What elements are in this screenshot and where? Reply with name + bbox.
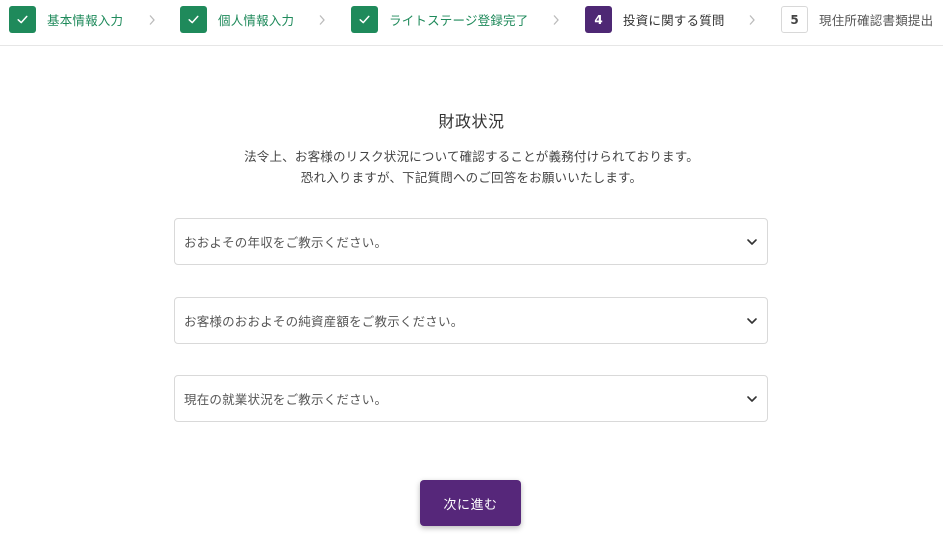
step-label: 個人情報入力 xyxy=(218,13,295,28)
select-placeholder: おおよその年収をご教示ください。 xyxy=(184,235,388,250)
chevron-right-icon xyxy=(745,13,759,27)
check-icon xyxy=(17,15,28,24)
annual-income-select[interactable]: おおよその年収をご教示ください。 xyxy=(174,218,768,265)
step-investment-questions: 4 投資に関する質問 xyxy=(585,6,725,33)
chevron-down-icon xyxy=(747,318,757,324)
chevron-right-icon xyxy=(145,13,159,27)
step-address-documents: 5 現住所確認書類提出 xyxy=(781,6,933,33)
next-button[interactable]: 次に進む xyxy=(420,480,521,526)
select-placeholder: 現在の就業状況をご教示ください。 xyxy=(184,392,388,407)
chevron-down-icon xyxy=(747,396,757,402)
description-line: 恐れ入りますが、下記質問へのご回答をお願いいたします。 xyxy=(300,170,643,185)
step-personal-info: 個人情報入力 xyxy=(180,6,294,33)
step-label: 投資に関する質問 xyxy=(623,13,725,28)
chevron-down-icon xyxy=(747,239,757,245)
chevron-right-icon xyxy=(549,13,563,27)
chevron-right-icon xyxy=(315,13,329,27)
section-title: 財政状況 xyxy=(438,112,505,131)
step-label: ライトステージ登録完了 xyxy=(389,13,529,28)
check-icon xyxy=(359,15,370,24)
step-number-badge: 5 xyxy=(781,6,808,33)
step-number-badge: 4 xyxy=(585,6,612,33)
step-registration-complete: ライトステージ登録完了 xyxy=(351,6,528,33)
step-label: 基本情報入力 xyxy=(47,13,124,28)
step-basic-info: 基本情報入力 xyxy=(9,6,123,33)
step-complete-badge xyxy=(351,6,378,33)
select-placeholder: お客様のおおよその純資産額をご教示ください。 xyxy=(184,314,464,329)
check-icon xyxy=(188,15,199,24)
step-complete-badge xyxy=(9,6,36,33)
description-line: 法令上、お客様のリスク状況について確認することが義務付けられております。 xyxy=(244,149,699,164)
step-complete-badge xyxy=(180,6,207,33)
net-assets-select[interactable]: お客様のおおよその純資産額をご教示ください。 xyxy=(174,297,768,344)
step-label: 現住所確認書類提出 xyxy=(819,13,934,28)
employment-status-select[interactable]: 現在の就業状況をご教示ください。 xyxy=(174,375,768,422)
progress-stepper: 基本情報入力 個人情報入力 ライトステージ登録完了 4 投資に関する質問 5 現… xyxy=(0,0,943,46)
